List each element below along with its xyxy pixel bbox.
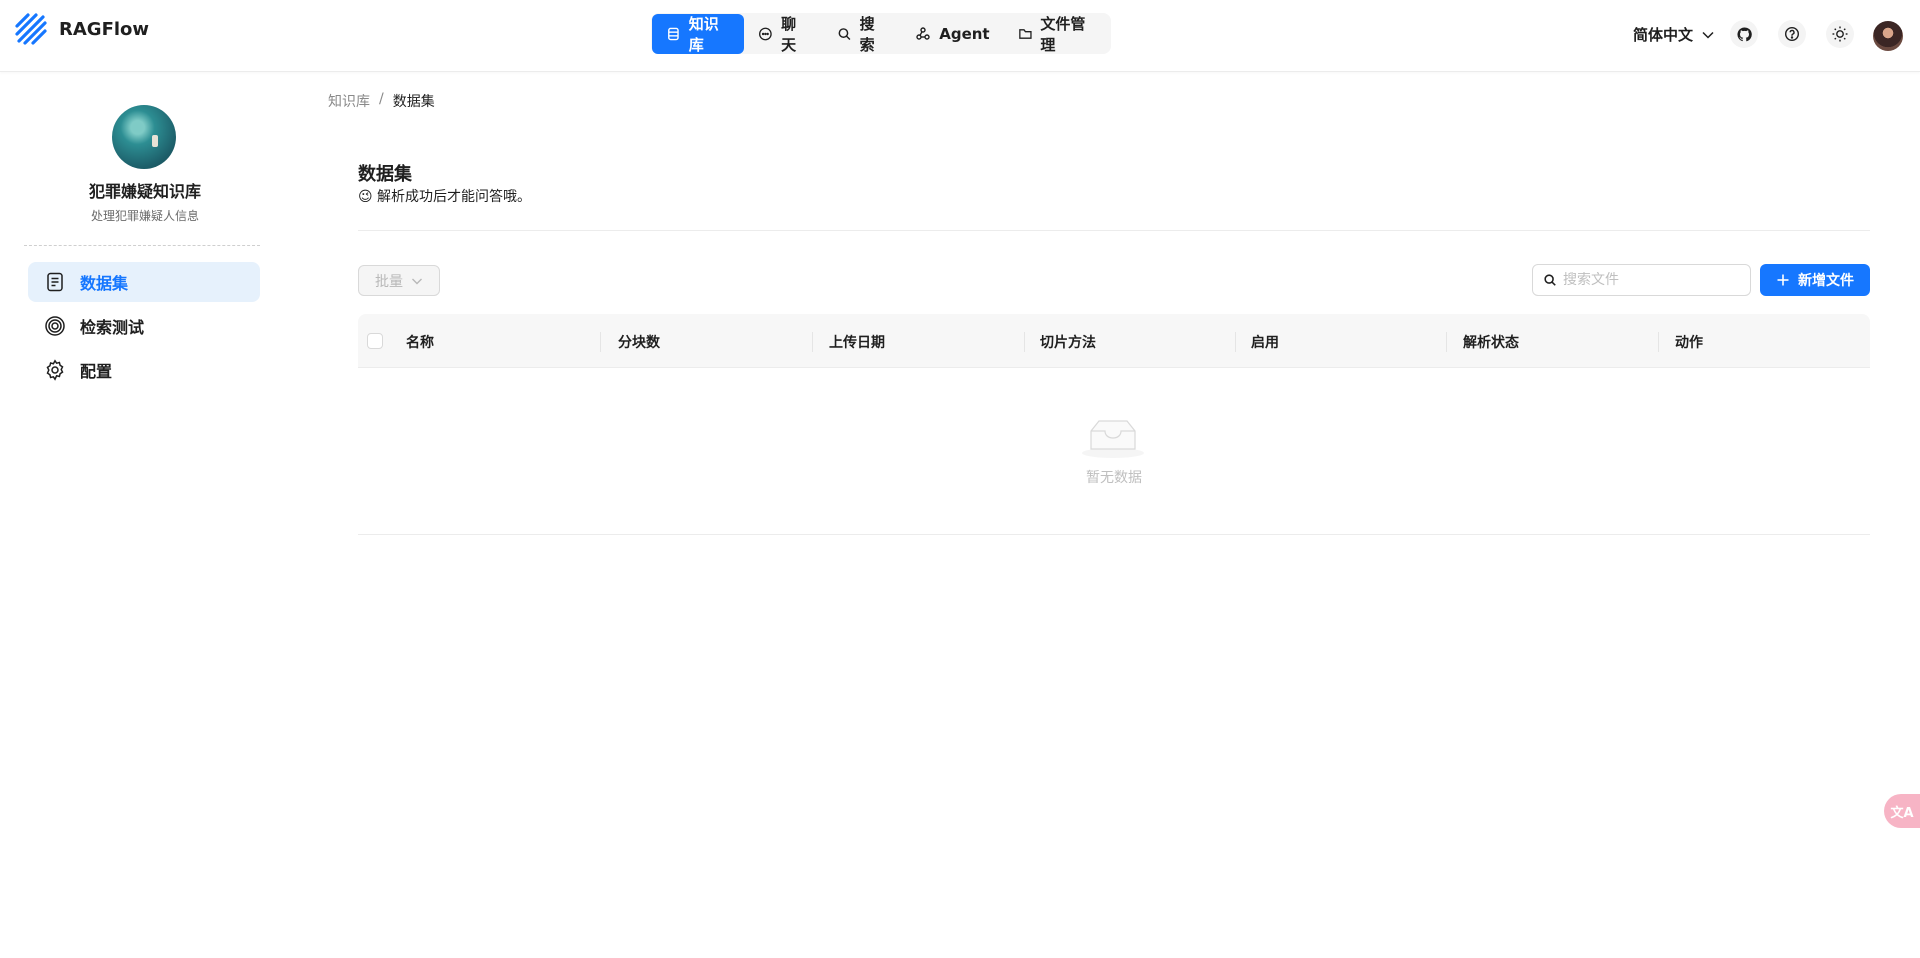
user-avatar[interactable] xyxy=(1873,21,1903,51)
column-header-name[interactable]: 名称 xyxy=(406,332,434,352)
bulk-label: 批量 xyxy=(375,273,403,290)
knowledge-base-description: 处理犯罪嫌疑人信息 xyxy=(90,209,199,223)
column-header-upload-date[interactable]: 上传日期 xyxy=(829,332,885,352)
nav-chat[interactable]: 聊天 xyxy=(744,14,822,54)
section-divider xyxy=(358,230,1870,231)
empty-inbox-icon xyxy=(1082,420,1144,458)
add-file-label: 新增文件 xyxy=(1798,273,1854,289)
table-bottom-border xyxy=(358,534,1870,535)
nav-label: Agent xyxy=(939,24,990,43)
breadcrumb-root[interactable]: 知识库 xyxy=(328,91,370,111)
nav-label: 文件管理 xyxy=(1040,14,1086,54)
sidebar-item-retrieval-test[interactable]: 检索测试 xyxy=(28,306,260,346)
column-divider xyxy=(1446,332,1447,352)
file-search-input[interactable] xyxy=(1563,272,1743,288)
nav-agent[interactable]: Agent xyxy=(901,14,1003,54)
bulk-actions-button[interactable]: 批量 xyxy=(358,265,440,296)
column-divider xyxy=(600,332,601,352)
language-label: 简体中文 xyxy=(1633,26,1694,44)
page-title: 数据集 xyxy=(358,164,412,185)
chevron-down-icon xyxy=(412,278,422,284)
column-header-parse-status[interactable]: 解析状态 xyxy=(1463,332,1519,352)
translate-widget[interactable]: 文A xyxy=(1884,794,1920,828)
translate-icon: 文A xyxy=(1890,805,1914,821)
github-button[interactable] xyxy=(1730,20,1758,48)
nav-label: 知识库 xyxy=(688,14,719,54)
column-header-enabled[interactable]: 启用 xyxy=(1251,332,1279,352)
column-header-chunk-method[interactable]: 切片方法 xyxy=(1040,332,1096,352)
search-icon xyxy=(1544,274,1556,286)
theme-toggle-button[interactable] xyxy=(1826,20,1854,48)
nav-file-management[interactable]: 文件管理 xyxy=(1004,14,1110,54)
agent-icon xyxy=(916,26,930,40)
nav-knowledge-base[interactable]: 知识库 xyxy=(652,13,745,54)
chevron-down-icon xyxy=(1702,31,1714,39)
column-header-actions[interactable]: 动作 xyxy=(1675,332,1703,352)
search-icon xyxy=(838,27,851,40)
plus-icon xyxy=(1777,274,1789,286)
file-search-box[interactable] xyxy=(1532,264,1751,296)
empty-state-text: 暂无数据 xyxy=(1086,470,1142,486)
gear-icon xyxy=(46,359,64,381)
folder-icon xyxy=(1018,28,1032,39)
column-divider xyxy=(1235,332,1236,352)
nav-search[interactable]: 搜索 xyxy=(823,14,901,54)
breadcrumb: 知识库 / 数据集 xyxy=(328,91,435,111)
breadcrumb-separator: / xyxy=(379,91,384,107)
column-divider xyxy=(1658,332,1659,352)
language-select[interactable]: 简体中文 xyxy=(1633,24,1715,45)
knowledge-base-name: 犯罪嫌疑知识库 xyxy=(88,182,201,201)
knowledge-base-avatar xyxy=(112,105,176,169)
column-divider xyxy=(1024,332,1025,352)
breadcrumb-current: 数据集 xyxy=(392,94,435,110)
github-icon xyxy=(1736,26,1752,41)
page-tip: 😉 解析成功后才能问答哦。 xyxy=(358,189,532,205)
nav-label: 聊天 xyxy=(781,14,797,54)
sidebar-item-label: 配置 xyxy=(80,362,113,381)
sidebar-item-dataset[interactable]: 数据集 xyxy=(28,262,260,302)
select-all-checkbox[interactable] xyxy=(367,333,383,349)
column-header-chunks[interactable]: 分块数 xyxy=(618,332,660,352)
sidebar-divider xyxy=(24,245,260,246)
ragflow-logo-icon[interactable] xyxy=(14,12,50,48)
add-file-button[interactable]: 新增文件 xyxy=(1760,264,1870,296)
nav-label: 搜索 xyxy=(859,14,875,54)
sidebar-item-label: 检索测试 xyxy=(80,318,145,337)
document-icon xyxy=(47,272,63,292)
main-nav: 知识库 聊天 搜索 Agent 文件管理 xyxy=(651,13,1111,54)
app-brand[interactable]: RAGFlow xyxy=(59,19,149,40)
database-icon xyxy=(668,27,679,40)
top-header: RAGFlow 知识库 聊天 搜索 Agent 文件管理 简体中文 xyxy=(0,0,1920,72)
column-divider xyxy=(812,332,813,352)
table-header: 名称 分块数 上传日期 切片方法 启用 解析状态 动作 xyxy=(358,314,1870,368)
sidebar-item-label: 数据集 xyxy=(80,274,129,293)
chat-icon xyxy=(759,27,773,40)
help-icon xyxy=(1784,26,1800,42)
sidebar-item-settings[interactable]: 配置 xyxy=(28,350,260,390)
theme-sun-icon xyxy=(1832,26,1848,42)
target-icon xyxy=(45,316,65,336)
help-button[interactable] xyxy=(1778,20,1806,48)
